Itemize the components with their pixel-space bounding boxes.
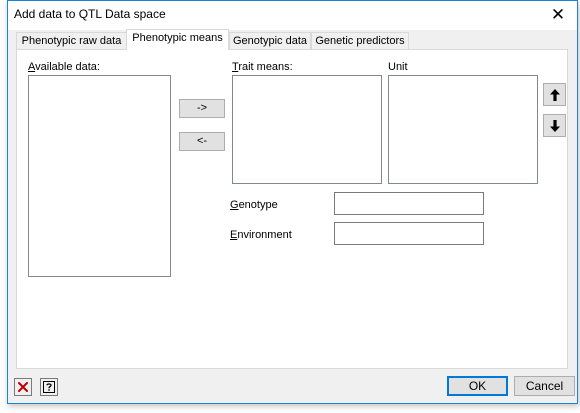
cancel-button[interactable]: Cancel — [514, 376, 575, 396]
trait-means-label: Trait means: — [232, 61, 293, 73]
window-title: Add data to QTL Data space — [14, 7, 166, 21]
question-mark-icon — [43, 381, 55, 393]
clear-button[interactable] — [14, 378, 32, 396]
arrow-down-icon — [549, 119, 560, 132]
available-data-label: Available data: — [28, 61, 100, 73]
dialog-window: Add data to QTL Data space ✕ Phenotypic … — [7, 0, 578, 404]
ok-button[interactable]: OK — [447, 376, 508, 396]
dialog-footer: OK Cancel — [8, 370, 577, 403]
move-up-button[interactable] — [543, 83, 566, 106]
trait-means-list[interactable] — [232, 75, 382, 184]
title-bar: Add data to QTL Data space ✕ — [8, 1, 577, 30]
genotype-label: Genotype — [230, 199, 278, 211]
environment-field[interactable] — [334, 222, 484, 245]
close-icon[interactable]: ✕ — [547, 4, 569, 26]
help-button[interactable] — [40, 378, 58, 396]
unit-list[interactable] — [388, 75, 538, 184]
tab-phenotypic-means[interactable]: Phenotypic means — [126, 29, 229, 50]
add-button[interactable]: -> — [179, 99, 225, 118]
environment-label: Environment — [230, 229, 292, 241]
genotype-field[interactable] — [334, 192, 484, 215]
unit-label: Unit — [388, 61, 408, 73]
tab-genotypic-data[interactable]: Genotypic data — [229, 32, 311, 49]
tab-genetic-predictors[interactable]: Genetic predictors — [311, 32, 409, 49]
available-data-list[interactable] — [28, 75, 171, 277]
remove-button[interactable]: <- — [179, 132, 225, 151]
arrow-up-icon — [549, 88, 560, 101]
tab-panel: Available data: -> <- Trait means: Unit … — [16, 49, 568, 369]
move-down-button[interactable] — [543, 114, 566, 137]
red-x-icon — [18, 382, 28, 392]
tab-phenotypic-raw-data[interactable]: Phenotypic raw data — [16, 32, 127, 49]
